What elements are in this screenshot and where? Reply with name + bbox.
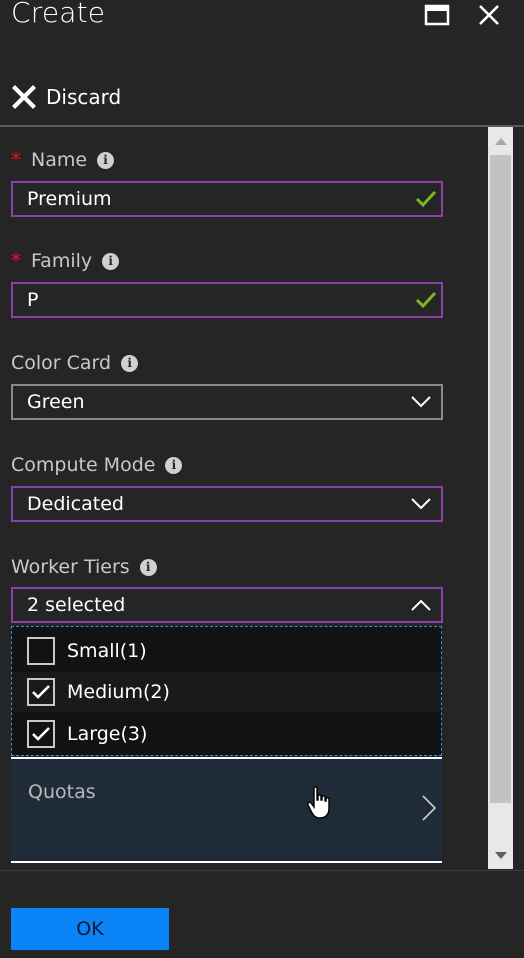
- worker-tiers-label: Worker Tiers: [11, 556, 130, 578]
- chevron-down-icon: [411, 498, 431, 510]
- valid-check-icon: [415, 190, 437, 208]
- name-value: Premium: [27, 188, 112, 210]
- info-icon[interactable]: i: [139, 558, 157, 576]
- family-input[interactable]: P: [11, 282, 443, 318]
- checkbox-unchecked[interactable]: [27, 637, 55, 665]
- chevron-up-icon: [411, 599, 431, 611]
- quotas-section[interactable]: Quotas: [11, 757, 442, 863]
- hand-cursor-icon: [307, 786, 330, 819]
- option-medium[interactable]: Medium(2): [12, 672, 441, 712]
- toolbar-divider: [0, 125, 524, 127]
- worker-tiers-select[interactable]: 2 selected: [11, 587, 443, 623]
- chevron-down-icon: [411, 396, 431, 408]
- color-card-label-row: Color Card i: [11, 351, 139, 375]
- discard-x-icon: [12, 85, 36, 109]
- color-card-label: Color Card: [11, 352, 112, 374]
- valid-check-icon: [415, 291, 437, 309]
- discard-button[interactable]: Discard: [12, 82, 121, 112]
- footer-divider: [0, 870, 524, 871]
- scrollbar-thumb[interactable]: [490, 155, 511, 803]
- family-label-row: * Family i: [11, 249, 120, 273]
- info-icon[interactable]: i: [97, 151, 115, 169]
- name-label-row: * Name i: [11, 148, 115, 172]
- checkmark-icon: [32, 727, 50, 741]
- triangle-up-icon: [494, 138, 507, 145]
- option-large[interactable]: Large(3): [12, 714, 441, 754]
- info-icon[interactable]: i: [165, 456, 183, 474]
- close-button[interactable]: [474, 0, 504, 30]
- name-input[interactable]: Premium: [11, 181, 443, 217]
- family-value: P: [27, 289, 39, 311]
- compute-mode-select[interactable]: Dedicated: [11, 486, 443, 522]
- checkbox-checked[interactable]: [27, 678, 55, 706]
- option-label: Medium(2): [67, 681, 170, 703]
- ok-button[interactable]: OK: [11, 908, 169, 950]
- close-icon: [479, 5, 499, 25]
- blade-title: Create: [11, 0, 106, 29]
- family-label: Family: [31, 250, 93, 272]
- required-marker: *: [11, 148, 21, 172]
- info-icon[interactable]: i: [121, 354, 139, 372]
- name-label: Name: [31, 149, 88, 171]
- color-card-value: Green: [27, 391, 85, 413]
- worker-tiers-dropdown: Small(1) Medium(2) Large(3): [11, 626, 442, 756]
- worker-tiers-value: 2 selected: [27, 594, 126, 616]
- color-card-select[interactable]: Green: [11, 384, 443, 420]
- option-label: Small(1): [67, 640, 147, 662]
- scroll-down-button[interactable]: [488, 843, 513, 869]
- info-icon[interactable]: i: [102, 252, 120, 270]
- compute-mode-label-row: Compute Mode i: [11, 453, 183, 477]
- checkbox-checked[interactable]: [27, 720, 55, 748]
- required-marker: *: [11, 249, 21, 273]
- maximize-icon: [424, 4, 450, 26]
- option-small[interactable]: Small(1): [12, 631, 441, 671]
- checkmark-icon: [32, 685, 50, 699]
- scroll-up-button[interactable]: [488, 128, 513, 154]
- maximize-button[interactable]: [422, 0, 452, 30]
- option-label: Large(3): [67, 723, 148, 745]
- compute-mode-value: Dedicated: [27, 493, 124, 515]
- quotas-label: Quotas: [28, 781, 96, 803]
- chevron-right-icon: [422, 795, 436, 821]
- compute-mode-label: Compute Mode: [11, 454, 156, 476]
- triangle-down-icon: [494, 852, 507, 859]
- discard-label: Discard: [46, 85, 122, 109]
- worker-tiers-label-row: Worker Tiers i: [11, 555, 157, 579]
